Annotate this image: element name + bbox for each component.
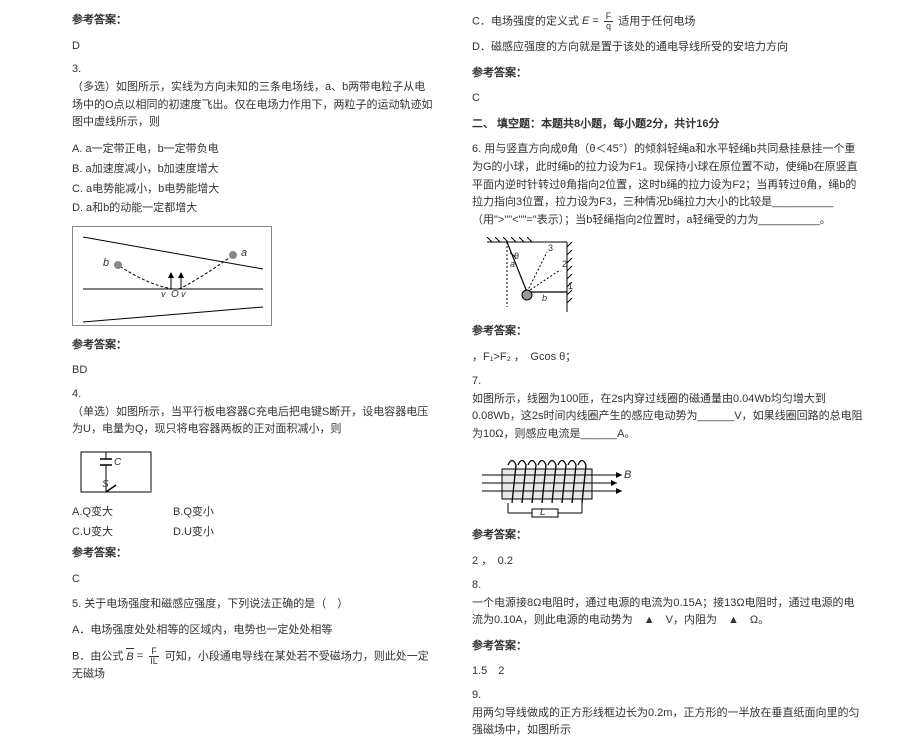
fig1-O: O	[171, 289, 179, 300]
answer-label-4: 参考答案：	[72, 545, 436, 563]
answer-q5: C	[472, 90, 864, 108]
q5-line: 5. 关于电场强度和磁感应强度，下列说法正确的是（ ）	[72, 596, 436, 614]
q4-optC: C.U变大	[72, 523, 113, 539]
fig4-B: B	[624, 469, 631, 481]
q5-optC: C．电场强度的定义式 E = F q 适用于任何电场	[472, 12, 864, 31]
fig3-theta: θ	[514, 251, 519, 261]
answer-q6: ，F₁>F₂ ， Gcos θ；	[472, 349, 864, 367]
q4-num: 4.	[72, 388, 436, 400]
figure-solenoid: B L	[472, 451, 642, 521]
figure-capacitor: C S	[76, 447, 156, 497]
formula-E-Fq: E = F q	[582, 12, 615, 31]
fig1-v1: v	[161, 289, 166, 299]
fig3-1: 1	[568, 281, 573, 291]
answer-q4: C	[72, 571, 436, 589]
fig1-a: a	[241, 247, 247, 259]
right-column: C．电场强度的定义式 E = F q 适用于任何电场 D．磁感应强度的方向就是置…	[460, 0, 920, 651]
answer-label: 参考答案：	[72, 12, 436, 30]
q3-optD: D. a和b的动能一定都增大	[72, 200, 436, 218]
q3-optA: A. a一定带正电，b一定带负电	[72, 140, 436, 156]
q5-optB-pre: B．由公式	[72, 651, 123, 663]
q4-row1: A.Q变大 B.Q变小	[72, 503, 436, 519]
fig4-L: L	[540, 507, 546, 518]
fig1-b: b	[103, 257, 109, 269]
q5-num: 5.	[72, 598, 81, 610]
q4-text: （单选）如图所示，当平行板电容器C充电后把电键S断开，设电容器电压为U，电量为Q…	[72, 404, 436, 439]
q4-optD: D.U变小	[173, 523, 214, 539]
q5-optA: A．电场强度处处相等的区域内，电势也一定处处相等	[72, 622, 436, 640]
q8-text: 一个电源接8Ω电阻时，通过电源的电流为0.15A；接13Ω电阻时，通过电源的电流…	[472, 595, 864, 630]
answer-label-5: 参考答案：	[472, 65, 864, 83]
q5-optC-pre: C．电场强度的定义式	[472, 15, 579, 27]
answer-label-7: 参考答案：	[472, 527, 864, 545]
q6-text: 用与竖直方向成θ角（θ＜45°）的倾斜轻绳a和水平轻绳b共同悬挂悬挂一个重为G的…	[472, 143, 858, 225]
q3-num: 3.	[72, 63, 436, 75]
left-column: 参考答案： D 3. （多选）如图所示，实线为方向未知的三条电场线，a、b两带电…	[0, 0, 460, 651]
answer-q2: D	[72, 38, 436, 56]
answer-q3: BD	[72, 362, 436, 380]
q7-text: 如图所示，线圈为100匝，在2s内穿过线圈的磁通量由0.04Wb均匀增大到0.0…	[472, 391, 864, 444]
q5-optC-post: 适用于任何电场	[618, 15, 695, 27]
q8-num: 8.	[472, 579, 864, 591]
q9-text: 用两匀导线做成的正方形线框边长为0.2m，正方形的一半放在垂直纸面向里的匀强磁场…	[472, 705, 864, 740]
q5-optD: D．磁感应强度的方向就是置于该处的通电导线所受的安培力方向	[472, 39, 864, 57]
q6-num: 6.	[472, 143, 481, 155]
q3-text: （多选）如图所示，实线为方向未知的三条电场线，a、b两带电粒子从电场中的O点以相…	[72, 79, 436, 132]
answer-q8: 1.5 2	[472, 663, 864, 681]
q5-text: 关于电场强度和磁感应强度，下列说法正确的是（ ）	[84, 598, 348, 610]
fig1-v2: v	[181, 289, 186, 299]
section-2-heading: 二、 填空题：本题共8小题，每小题2分，共计16分	[472, 116, 864, 134]
q4-optA: A.Q变大	[72, 503, 113, 519]
q4-optB: B.Q变小	[173, 503, 214, 519]
fig2-S: S	[102, 479, 109, 490]
figure-electric-field: a b v v O	[72, 226, 272, 326]
q6: 6. 用与竖直方向成θ角（θ＜45°）的倾斜轻绳a和水平轻绳b共同悬挂悬挂一个重…	[472, 141, 864, 229]
fig2-C: C	[114, 457, 121, 468]
q7-num: 7.	[472, 375, 864, 387]
q3-optB: B. a加速度减小，b加速度增大	[72, 160, 436, 176]
answer-label-8: 参考答案：	[472, 638, 864, 656]
figure-rope-ball: a b 1 2 3 θ	[472, 237, 592, 317]
fig3-b: b	[542, 293, 547, 303]
answer-label-3: 参考答案：	[72, 337, 436, 355]
q9-num: 9.	[472, 689, 864, 701]
q3-optC: C. a电势能减小，b电势能增大	[72, 180, 436, 196]
formula-B-FIL: B = F IL	[126, 647, 161, 666]
fig3-2: 2	[562, 259, 567, 269]
answer-q7: 2 ， 0.2	[472, 553, 864, 571]
answer-label-6: 参考答案：	[472, 323, 864, 341]
q5-optB: B．由公式 B = F IL 可知，小段通电导线在某处若不受磁场力，则此处一定无…	[72, 647, 436, 684]
q4-row2: C.U变大 D.U变小	[72, 523, 436, 539]
fig3-3: 3	[548, 243, 553, 253]
